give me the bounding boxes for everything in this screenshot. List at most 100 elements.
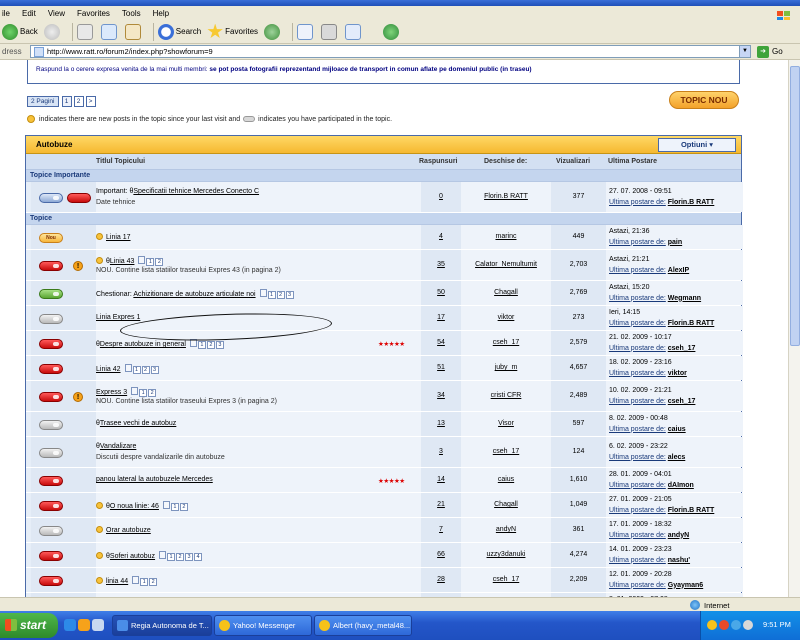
topic-page-link[interactable]: 1: [197, 341, 206, 349]
page-1-link[interactable]: 1: [61, 96, 72, 107]
tray-antivirus-icon[interactable]: [719, 620, 729, 630]
topic-title-link[interactable]: Linia 17: [106, 234, 131, 241]
last-post-label-link[interactable]: Ultima postare de:: [609, 582, 666, 589]
menu-file[interactable]: ile: [2, 9, 10, 18]
topic-title-link[interactable]: Linia Expres 1: [96, 314, 140, 321]
topic-title-link[interactable]: Express 3: [96, 389, 127, 396]
last-post-user-link[interactable]: nashu': [668, 557, 690, 564]
new-post-dot-icon[interactable]: [96, 526, 103, 533]
last-post-label-link[interactable]: Ultima postare de:: [609, 454, 666, 461]
col-replies[interactable]: Raspunsuri: [419, 158, 458, 165]
last-post-user-link[interactable]: cseh_17: [668, 398, 696, 405]
last-post-label-link[interactable]: Ultima postare de:: [609, 320, 666, 327]
new-post-dot-icon[interactable]: [96, 502, 103, 509]
favorites-button[interactable]: Favorites: [207, 22, 258, 42]
topic-page-link[interactable]: 2: [176, 553, 185, 561]
starter-link[interactable]: caius: [461, 476, 551, 483]
last-post-label-link[interactable]: Ultima postare de:: [609, 507, 666, 514]
start-button[interactable]: start: [0, 613, 58, 638]
replies-link[interactable]: 35: [421, 261, 461, 268]
replies-link[interactable]: 28: [421, 576, 461, 583]
task-regia-autonoma[interactable]: Regia Autonoma de T...: [112, 615, 212, 636]
last-post-user-link[interactable]: pain: [668, 239, 682, 246]
address-dropdown-button[interactable]: ▼: [739, 45, 751, 58]
topic-title-link[interactable]: Linia 42: [96, 366, 121, 373]
starter-link[interactable]: Chagall: [461, 501, 551, 508]
menu-view[interactable]: View: [48, 9, 65, 18]
topic-title-link[interactable]: Orar autobuze: [106, 527, 151, 534]
last-post-user-link[interactable]: cseh_17: [668, 345, 696, 352]
last-post-user-link[interactable]: Florin.B RATT: [668, 320, 715, 327]
starter-link[interactable]: andyN: [461, 526, 551, 533]
replies-link[interactable]: 51: [421, 364, 461, 371]
replies-link[interactable]: 7: [421, 526, 461, 533]
replies-link[interactable]: 54: [421, 339, 461, 346]
topic-page-link[interactable]: 1: [132, 366, 141, 374]
vertical-scrollbar[interactable]: [788, 60, 800, 597]
starter-link[interactable]: cristi CFR: [461, 392, 551, 399]
replies-link[interactable]: 21: [421, 501, 461, 508]
replies-link[interactable]: 13: [421, 420, 461, 427]
menu-tools[interactable]: Tools: [122, 9, 141, 18]
replies-link[interactable]: 3: [421, 448, 461, 455]
last-post-label-link[interactable]: Ultima postare de:: [609, 199, 666, 206]
starter-link[interactable]: juby_m: [461, 364, 551, 371]
topic-page-link[interactable]: 3: [215, 341, 224, 349]
forward-button[interactable]: [43, 22, 62, 42]
new-post-dot-icon[interactable]: [96, 233, 103, 240]
scrollbar-thumb[interactable]: [790, 66, 800, 346]
last-post-label-link[interactable]: Ultima postare de:: [609, 398, 666, 405]
menu-favorites[interactable]: Favorites: [77, 9, 110, 18]
replies-link[interactable]: 34: [421, 392, 461, 399]
page-jump-dropdown[interactable]: 2 Pagini: [27, 96, 59, 107]
col-last-post[interactable]: Ultima Postare: [608, 158, 657, 165]
refresh-button[interactable]: [100, 22, 119, 42]
last-post-user-link[interactable]: viktor: [668, 370, 687, 377]
topic-page-link[interactable]: 1: [146, 258, 155, 266]
replies-link[interactable]: 4: [421, 233, 461, 240]
messenger-button[interactable]: [383, 22, 401, 42]
topic-page-link[interactable]: 4: [194, 553, 203, 561]
last-post-user-link[interactable]: caius: [668, 426, 686, 433]
new-post-dot-icon[interactable]: [96, 577, 103, 584]
last-post-user-link[interactable]: AlexIP: [668, 267, 689, 274]
last-post-label-link[interactable]: Ultima postare de:: [609, 295, 666, 302]
starter-link[interactable]: cseh_17: [461, 576, 551, 583]
last-post-user-link[interactable]: Florin.B RATT: [668, 507, 715, 514]
edit-button[interactable]: [345, 22, 363, 42]
topic-page-link[interactable]: 2: [179, 503, 188, 511]
tray-network-icon[interactable]: [731, 620, 741, 630]
tray-yahoo-icon[interactable]: [707, 620, 717, 630]
topic-title-link[interactable]: Specificatii tehnice Mercedes Conecto C: [133, 188, 259, 195]
topic-page-link[interactable]: 3: [150, 366, 159, 374]
starter-link[interactable]: viktor: [461, 314, 551, 321]
topic-title-link[interactable]: Linia 43: [110, 258, 135, 265]
topic-title-link[interactable]: Soferi autobuz: [110, 553, 155, 560]
topic-page-link[interactable]: 2: [148, 389, 157, 397]
page-2-link[interactable]: 2: [73, 96, 84, 107]
history-button[interactable]: [264, 22, 282, 42]
last-post-user-link[interactable]: andyN: [668, 532, 689, 539]
last-post-label-link[interactable]: Ultima postare de:: [609, 557, 666, 564]
topic-page-link[interactable]: 1: [139, 389, 148, 397]
topic-title-link[interactable]: O noua linie: 46: [110, 503, 159, 510]
new-post-dot-icon[interactable]: [96, 257, 103, 264]
last-post-user-link[interactable]: Wegmann: [668, 295, 701, 302]
quicklaunch-desktop-icon[interactable]: [92, 619, 104, 631]
topic-page-link[interactable]: 3: [185, 553, 194, 561]
topic-page-link[interactable]: 2: [276, 291, 285, 299]
col-title[interactable]: Titlul Topicului: [96, 158, 145, 165]
topic-page-link[interactable]: 3: [285, 291, 294, 299]
print-button[interactable]: [321, 22, 339, 42]
topic-title-link[interactable]: panou lateral la autobuzele Mercedes: [96, 476, 213, 483]
task-albert-chat[interactable]: Albert (havy_metal48...: [314, 615, 412, 636]
home-button[interactable]: [124, 22, 143, 42]
replies-link[interactable]: 14: [421, 476, 461, 483]
col-views[interactable]: Vizualizari: [556, 158, 590, 165]
topic-page-link[interactable]: 2: [149, 578, 158, 586]
starter-link[interactable]: cseh_17: [461, 339, 551, 346]
task-yahoo-messenger[interactable]: Yahoo! Messenger: [214, 615, 312, 636]
topic-title-link[interactable]: Trasee vechi de autobuz: [100, 420, 176, 427]
quicklaunch-yahoo-icon[interactable]: [78, 619, 90, 631]
replies-link[interactable]: 66: [421, 551, 461, 558]
